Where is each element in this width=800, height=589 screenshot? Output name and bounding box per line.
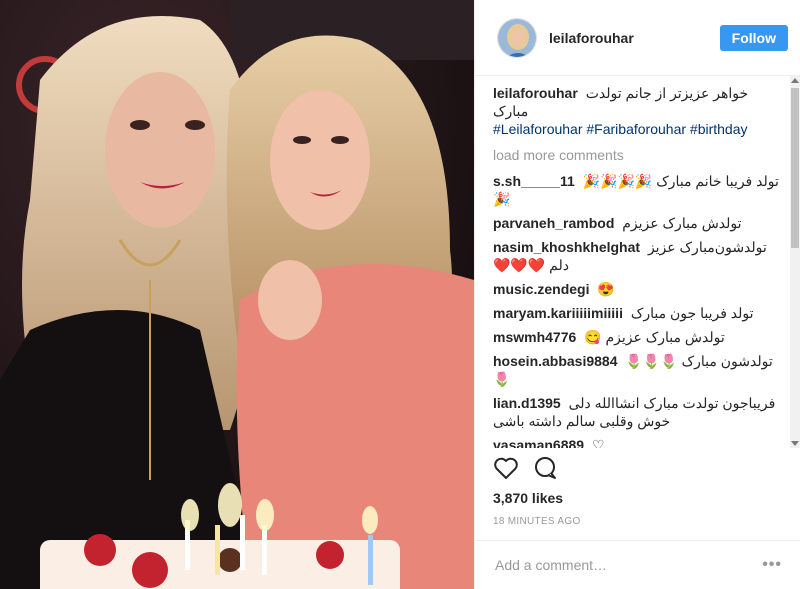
more-options-button[interactable]: •••: [762, 556, 782, 574]
likes-count[interactable]: 3,870 likes: [493, 490, 563, 506]
speech-bubble-icon: [535, 457, 556, 479]
post-actions: [493, 456, 559, 480]
post-photo[interactable]: [0, 0, 474, 589]
add-comment-bar: •••: [475, 540, 800, 589]
comment-username[interactable]: parvaneh_rambod: [493, 215, 614, 231]
comment-username[interactable]: hosein.abbasi9884: [493, 353, 618, 369]
scroll-down-arrow-icon[interactable]: [791, 441, 799, 446]
follow-button[interactable]: Follow: [719, 24, 788, 51]
comment-item: parvaneh_rambod تولدش مبارک عزیزم: [493, 214, 784, 232]
comment-username[interactable]: s.sh_____11: [493, 173, 575, 189]
comments-list[interactable]: leilaforouhar خواهر عزیزتر از جانم تولدت…: [493, 84, 784, 448]
comment-item: maryam.kariiiiimiiiii تولد فریبا جون مبا…: [493, 304, 784, 322]
comment-button[interactable]: [533, 456, 559, 480]
comment-item: mswmh4776 تولدش مبارک عزیزم 😋: [493, 328, 784, 346]
instagram-post: leilaforouhar Follow leilaforouhar خواهر…: [0, 0, 800, 589]
comment-item: vasaman6889 ♡: [493, 436, 784, 448]
post-header: leilaforouhar Follow: [475, 0, 800, 76]
comment-username[interactable]: lian.d1395: [493, 395, 561, 411]
heart-outline-icon: [494, 457, 518, 479]
like-button[interactable]: [493, 456, 519, 480]
comment-text: تولد فریبا جون مبارک: [630, 305, 754, 321]
scroll-up-arrow-icon[interactable]: [791, 78, 799, 83]
comment-username[interactable]: music.zendegi: [493, 281, 589, 297]
comments-scrollbar[interactable]: [790, 76, 800, 448]
comment-username[interactable]: mswmh4776: [493, 329, 576, 345]
avatar-image: [498, 18, 536, 57]
load-more-comments-link[interactable]: load more comments: [493, 146, 784, 164]
comment-item: hosein.abbasi9884 تولدشون مبارک 🌷🌷🌷🌷: [493, 352, 784, 388]
comment-item: lian.d1395 فریباجون تولدت مبارک انشاالله…: [493, 394, 784, 430]
post-timestamp[interactable]: 18 MINUTES AGO: [493, 516, 581, 527]
comment-text: 😍: [597, 281, 615, 297]
author-username[interactable]: leilaforouhar: [549, 30, 720, 46]
comment-username[interactable]: vasaman6889: [493, 437, 584, 448]
comment-text: تولدش مبارک عزیزم: [622, 215, 742, 231]
scrollbar-thumb[interactable]: [791, 88, 799, 248]
comment-item: nasim_khoshkhelghat تولدشون‌مبارک عزیز د…: [493, 238, 784, 274]
author-avatar[interactable]: [497, 17, 537, 58]
comment-item: music.zendegi 😍: [493, 280, 784, 298]
caption-hashtags[interactable]: #Leilaforouhar #Fariba​forouhar #birthda…: [493, 120, 784, 138]
comment-username[interactable]: maryam.kariiiiimiiiii: [493, 305, 623, 321]
add-comment-input[interactable]: [493, 556, 763, 574]
post-sidebar: leilaforouhar Follow leilaforouhar خواهر…: [474, 0, 800, 589]
caption-username[interactable]: leilaforouhar: [493, 85, 578, 101]
post-photo-illustration: [0, 0, 474, 589]
comment-username[interactable]: nasim_khoshkhelghat: [493, 239, 640, 255]
post-caption: leilaforouhar خواهر عزیزتر از جانم تولدت…: [493, 84, 784, 138]
comment-item: s.sh_____11 تولد فریبا خانم مبارک 🎉🎉🎉🎉🎉: [493, 172, 784, 208]
comment-text: ♡: [591, 437, 605, 448]
comment-text: تولدش مبارک عزیزم 😋: [584, 329, 725, 345]
